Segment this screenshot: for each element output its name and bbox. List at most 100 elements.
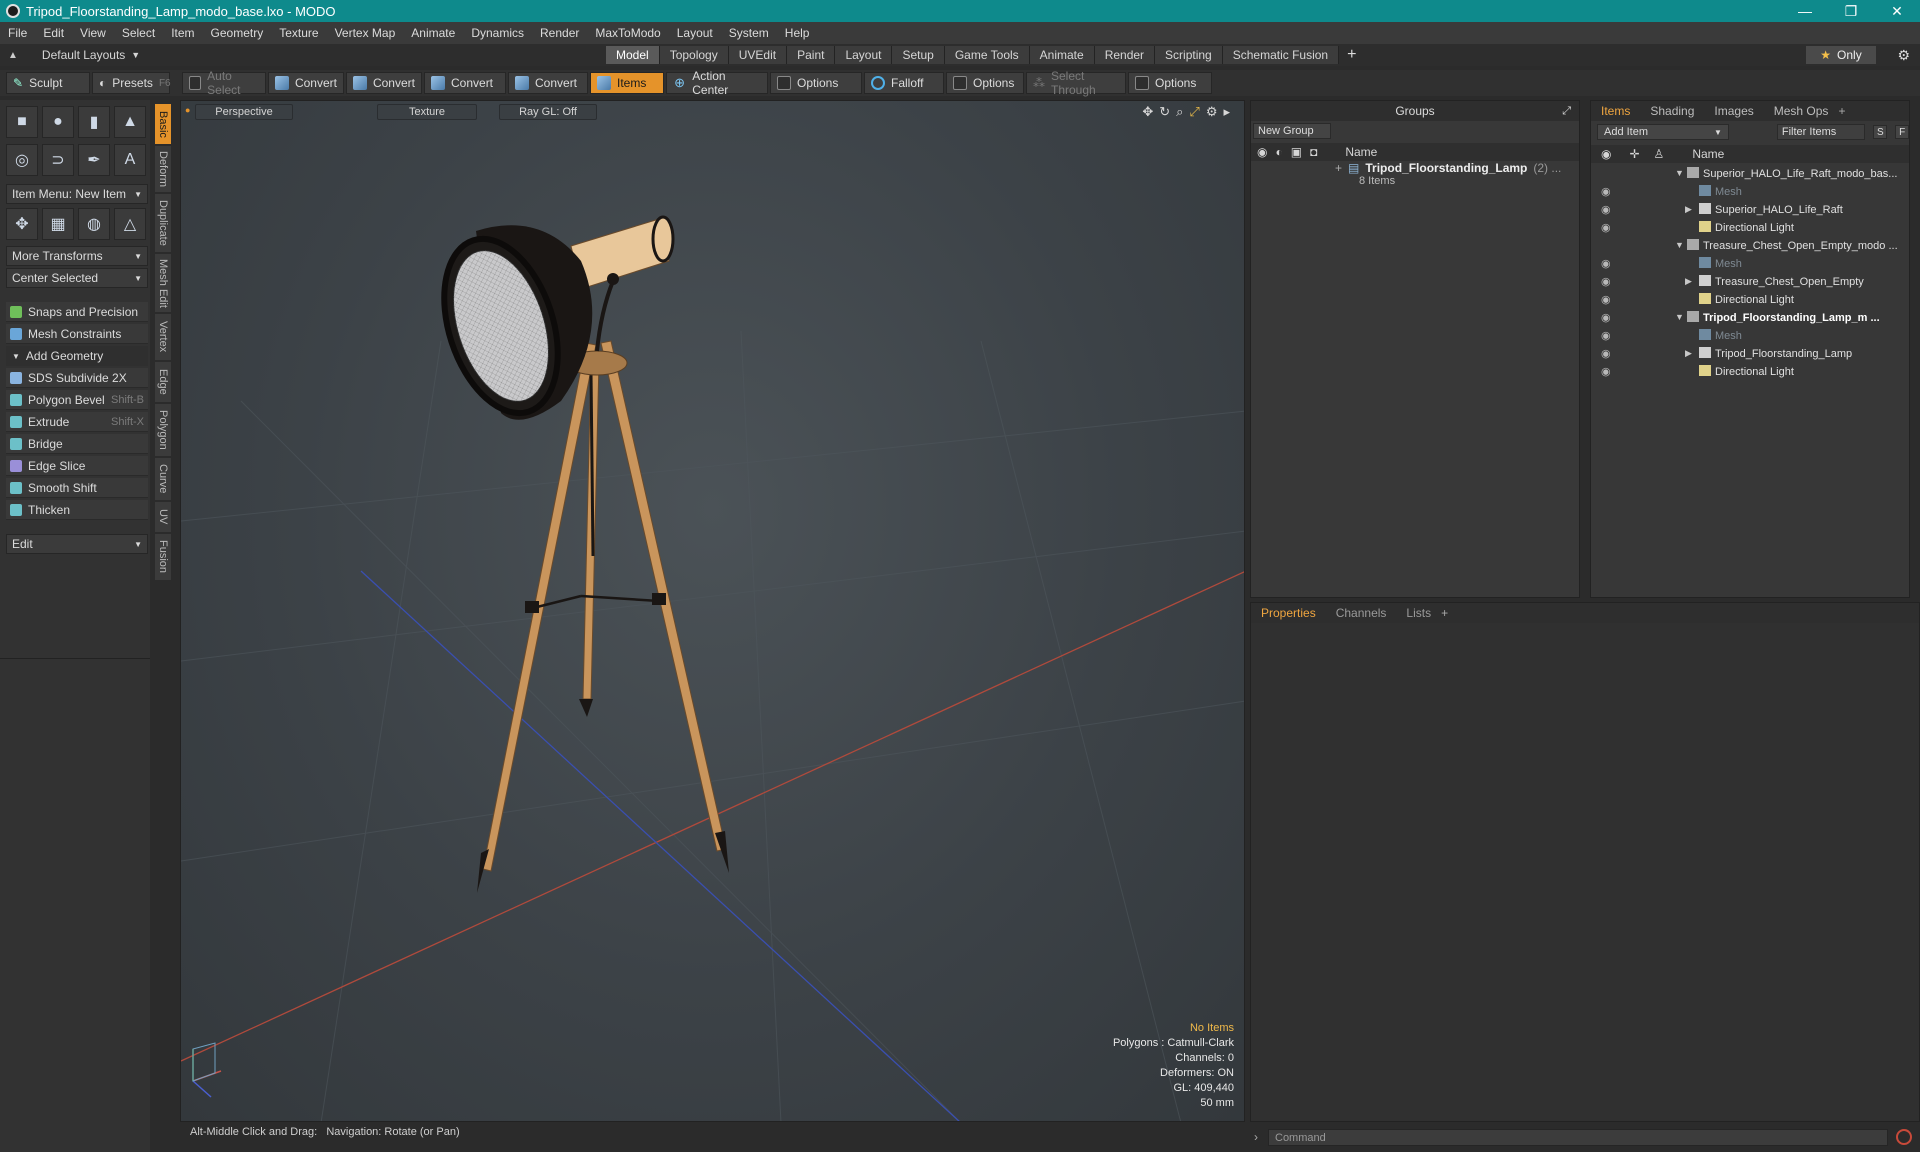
thicken-button[interactable]: Thicken [6,500,148,520]
menu-dynamics[interactable]: Dynamics [463,26,532,40]
tab-items[interactable]: Items [1591,104,1640,118]
item-menu-dropdown[interactable]: Item Menu: New Item ▼ [6,184,148,204]
render-icon[interactable]: ◐ [1275,145,1282,159]
options-button-1[interactable]: Options [770,72,862,94]
item-row[interactable]: ◉ Mesh [1591,182,1909,200]
tab-shading[interactable]: Shading [1640,104,1704,118]
tab-render[interactable]: Render [1094,46,1156,64]
rotate-view-icon[interactable]: ↻ [1159,104,1170,120]
vtab-basic[interactable]: Basic [155,104,171,144]
sds-subdivide-button[interactable]: SDS Subdivide 2X [6,368,148,388]
tripod-lamp-model[interactable] [424,215,729,893]
extrude-button[interactable]: Extrude Shift-X [6,412,148,432]
layout-selector[interactable]: ▲ Default Layouts ▼ [0,48,606,62]
expand-icon[interactable]: ▸ [1223,104,1230,120]
menu-help[interactable]: Help [777,26,818,40]
menu-select[interactable]: Select [114,26,163,40]
raygl-toggle[interactable]: Ray GL: Off [499,104,597,120]
more-transforms-dropdown[interactable]: More Transforms ▼ [6,246,148,266]
menu-vertex-map[interactable]: Vertex Map [327,26,404,40]
menu-texture[interactable]: Texture [271,26,326,40]
visibility-icon[interactable]: ◉ [1601,275,1611,288]
menu-animate[interactable]: Animate [403,26,463,40]
vtab-fusion[interactable]: Fusion [155,534,171,580]
visibility-icon[interactable]: ◉ [1601,329,1611,342]
item-row[interactable]: ◉ ▼ Tripod_Floorstanding_Lamp_m ... [1591,308,1909,326]
vtab-uv[interactable]: UV [155,502,171,532]
vtab-deform[interactable]: Deform [155,146,171,192]
vtab-edge[interactable]: Edge [155,362,171,402]
3d-viewport[interactable]: ● Perspective Texture Ray GL: Off ✥ ↻ ⌕ … [180,100,1245,1122]
convert-materials-button[interactable]: Convert [508,72,588,94]
item-row[interactable]: ◉ ▶ Tripod_Floorstanding_Lamp [1591,344,1909,362]
visibility-icon[interactable]: ◉ [1257,145,1267,159]
close-button[interactable]: ✕ [1874,0,1920,22]
settings-icon[interactable]: ⚙ [1206,104,1218,120]
command-input[interactable]: Command [1268,1129,1888,1146]
convert-edges-button[interactable]: Convert [346,72,422,94]
tab-channels[interactable]: Channels [1326,606,1397,620]
vtab-polygon[interactable]: Polygon [155,404,171,456]
item-row[interactable]: ◉ Mesh [1591,254,1909,272]
cone-icon[interactable]: ▲ [114,106,146,138]
tab-topology[interactable]: Topology [659,46,729,64]
grid-icon[interactable]: ▦ [42,208,74,240]
tab-lists[interactable]: Lists [1396,606,1441,620]
maximize-button[interactable]: ❐ [1828,0,1874,22]
menu-render[interactable]: Render [532,26,587,40]
pen-icon[interactable]: ✒ [78,144,110,176]
tab-model[interactable]: Model [606,46,660,64]
menu-system[interactable]: System [721,26,777,40]
action-center-button[interactable]: ⊕ Action Center [666,69,768,97]
auto-select-button[interactable]: Auto Select [182,69,266,97]
scene-canvas[interactable] [181,101,1245,1122]
item-row[interactable]: ◉ Mesh [1591,326,1909,344]
pyramid-icon[interactable]: △ [114,208,146,240]
globe-icon[interactable]: ◍ [78,208,110,240]
record-icon[interactable] [1896,1129,1912,1145]
item-row[interactable]: ◉ Directional Light [1591,362,1909,380]
item-row[interactable]: ◉ ▶ Treasure_Chest_Open_Empty [1591,272,1909,290]
tab-animate[interactable]: Animate [1029,46,1095,64]
select-through-button[interactable]: ⁂ Select Through [1026,69,1126,97]
menu-layout[interactable]: Layout [669,26,721,40]
bridge-button[interactable]: Bridge [6,434,148,454]
view-type-dropdown[interactable]: Perspective [195,104,293,120]
item-row[interactable]: ◉ Directional Light [1591,218,1909,236]
group-row[interactable]: + ▤ Tripod_Floorstanding_Lamp (2) ... [1335,161,1575,175]
item-row[interactable]: ▼ Treasure_Chest_Open_Empty_modo ... [1591,236,1909,254]
text-icon[interactable]: A [114,144,146,176]
expand-panel-icon[interactable]: ⤢ [1562,105,1571,118]
torus-icon[interactable]: ◎ [6,144,38,176]
tab-layout[interactable]: Layout [835,46,893,64]
fit-view-icon[interactable]: ⤢ [1189,104,1199,120]
visibility-icon[interactable]: ◉ [1601,311,1611,324]
capsule-icon[interactable]: ⊃ [42,144,74,176]
vtab-duplicate[interactable]: Duplicate [155,194,171,252]
tab-setup[interactable]: Setup [892,46,945,64]
tab-scripting[interactable]: Scripting [1155,46,1223,64]
add-tab-icon[interactable]: + [1347,46,1356,64]
minimize-button[interactable]: — [1782,0,1828,22]
lock-icon[interactable]: ▣ [1291,145,1302,159]
filter-items-input[interactable]: Filter Items [1776,124,1866,140]
lock-icon[interactable]: ♙ [1654,147,1665,161]
visibility-icon[interactable]: ◉ [1601,347,1611,360]
tab-uvedit[interactable]: UVEdit [728,46,788,64]
add-item-dropdown[interactable]: Add Item ▼ [1597,124,1729,140]
menu-view[interactable]: View [72,26,114,40]
presets-button[interactable]: ◐ Presets F6 [92,72,171,94]
convert-polygons-button[interactable]: Convert [424,72,506,94]
collapse-icon[interactable]: ▼ [1675,312,1684,322]
viewport-menu-icon[interactable]: ● [185,105,190,115]
sculpt-button[interactable]: ✎ Sculpt [6,72,90,94]
mesh-constraints-button[interactable]: Mesh Constraints [6,324,148,344]
add-icon[interactable]: + [1335,161,1342,175]
new-group-button[interactable]: New Group [1253,123,1331,139]
visibility-icon[interactable]: ◉ [1601,293,1611,306]
render-icon[interactable]: ✛ [1629,147,1639,161]
edit-dropdown[interactable]: Edit ▼ [6,534,148,554]
cube-icon[interactable]: ■ [6,106,38,138]
tab-schematic-fusion[interactable]: Schematic Fusion [1222,46,1340,64]
options-button-2[interactable]: Options [946,72,1024,94]
